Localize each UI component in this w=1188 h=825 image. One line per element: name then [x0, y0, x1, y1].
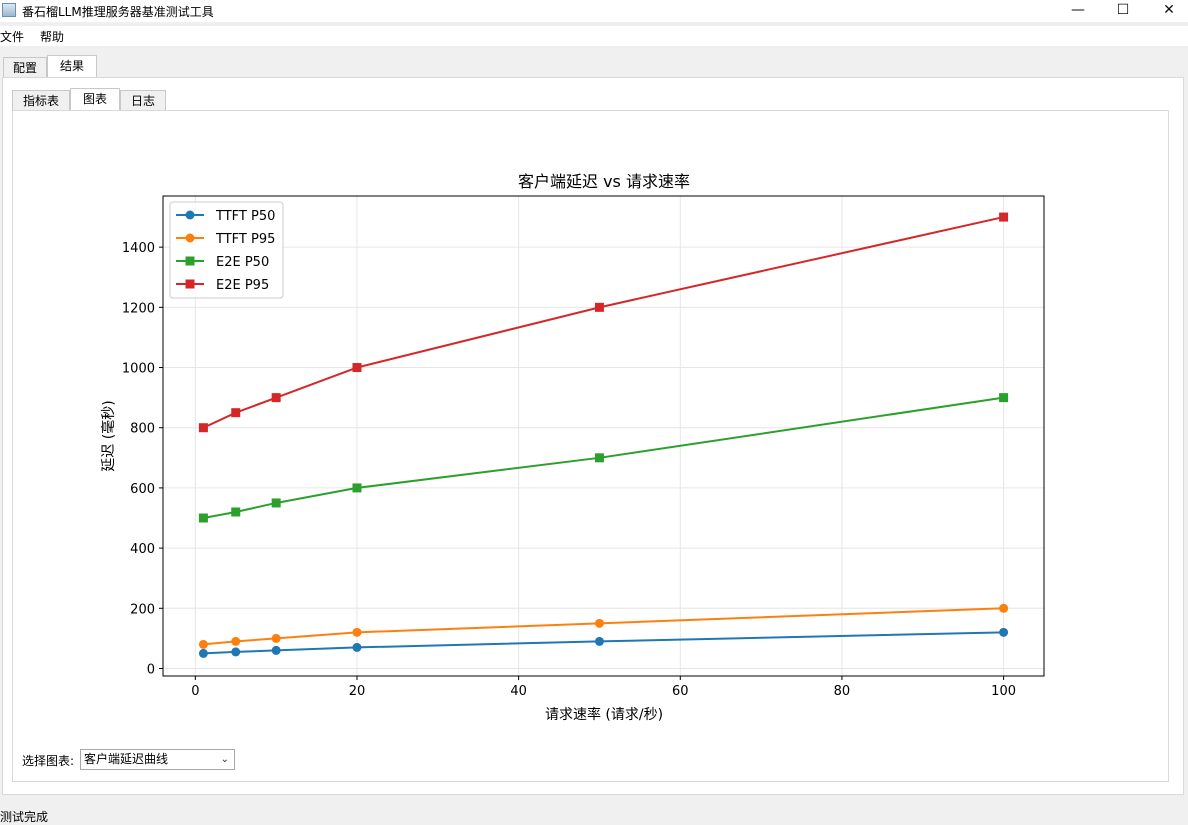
data-point	[999, 627, 1009, 637]
chart-title: 客户端延迟 vs 请求速率	[518, 172, 690, 191]
x-tick-label: 60	[672, 684, 689, 699]
latency-chart: 客户端延迟 vs 请求速率 0 20 40 60 80 10002004006008001…	[100, 172, 1045, 723]
x-tick-label: 40	[510, 684, 527, 699]
x-tick-label: 20	[349, 684, 366, 699]
data-point	[352, 483, 362, 493]
chart-select-value: 客户端延迟曲线	[84, 752, 169, 766]
y-tick-label: 1000	[122, 362, 155, 377]
data-point	[271, 645, 281, 655]
x-tick-label: 80	[834, 684, 851, 699]
legend-label: E2E P95	[216, 278, 269, 293]
chart-select-dropdown[interactable]: 客户端延迟曲线 ⌄	[80, 749, 235, 770]
chart-series	[198, 212, 1009, 658]
chart-select-label: 选择图表:	[22, 754, 75, 768]
series-line	[202, 216, 1004, 429]
x-tick-label: 0	[191, 684, 199, 699]
data-point	[594, 618, 604, 628]
data-point	[352, 642, 362, 652]
x-tick-label: 100	[991, 684, 1016, 699]
data-point	[271, 633, 281, 643]
data-point	[198, 648, 208, 658]
legend-marker	[185, 233, 195, 243]
y-axis-label: 延迟 (毫秒)	[100, 400, 117, 471]
data-point	[231, 647, 241, 657]
data-point	[594, 453, 604, 463]
y-tick-label: 400	[130, 542, 155, 557]
chart-legend: TTFT P50 TTFT P95 E2E P50 E2E P95	[169, 201, 284, 299]
legend-marker	[185, 256, 195, 266]
y-tick-label: 200	[130, 602, 155, 617]
data-point	[999, 393, 1009, 403]
plot-frame	[162, 195, 1045, 677]
data-point	[999, 603, 1009, 613]
data-point	[231, 636, 241, 646]
data-point	[594, 636, 604, 646]
chart-grid	[163, 196, 1044, 676]
y-tick-label: 800	[130, 422, 155, 437]
status-text: 测试完成	[0, 810, 49, 824]
x-axis-label: 请求速率 (请求/秒)	[545, 706, 663, 723]
legend-marker	[185, 279, 195, 289]
data-point	[352, 627, 362, 637]
legend-label: TTFT P95	[215, 232, 275, 247]
data-point	[594, 302, 604, 312]
series-line	[203, 607, 1004, 646]
data-point	[352, 363, 362, 373]
status-bar: 测试完成	[0, 807, 1188, 825]
data-point	[271, 498, 281, 508]
y-tick-label: 600	[130, 482, 155, 497]
y-tick-label: 1200	[122, 301, 155, 316]
axis-ticks: 0 20 40 60 80 1000200400600800100012001400	[122, 241, 1016, 699]
data-point	[198, 639, 208, 649]
data-point	[271, 393, 281, 403]
chevron-down-icon: ⌄	[220, 754, 229, 765]
y-tick-label: 1400	[122, 241, 155, 256]
y-tick-label: 0	[147, 662, 155, 677]
legend-label: TTFT P50	[215, 209, 275, 224]
legend-label: E2E P50	[216, 255, 269, 270]
data-point	[999, 212, 1009, 222]
legend-marker	[185, 210, 195, 220]
data-point	[198, 423, 208, 433]
data-point	[231, 507, 241, 517]
data-point	[231, 408, 241, 418]
data-point	[198, 513, 208, 523]
